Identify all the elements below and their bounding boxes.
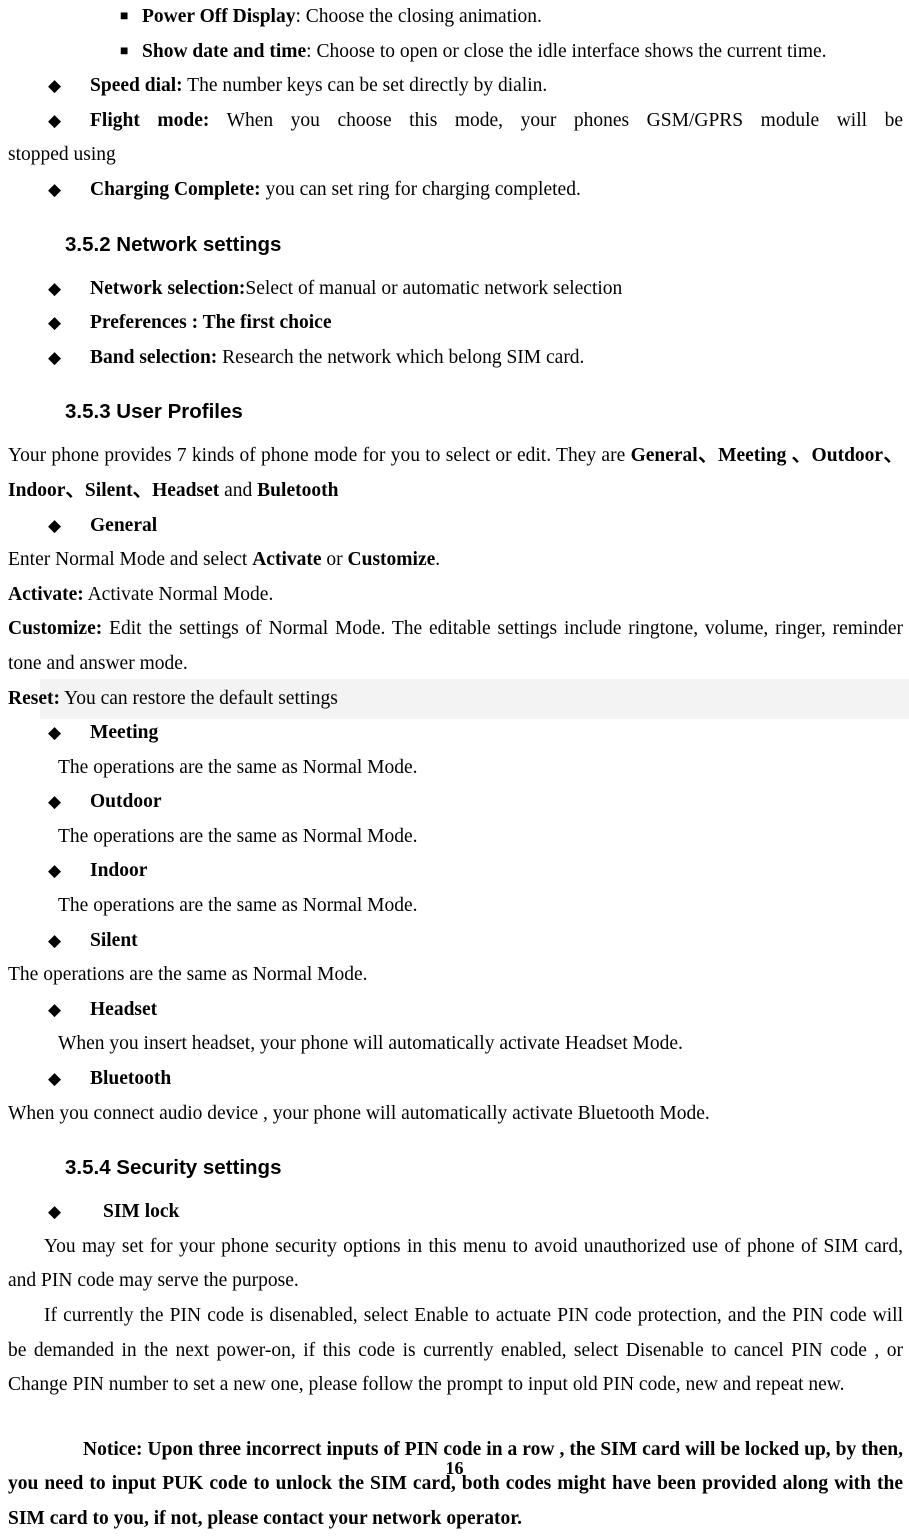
term-customize: Customize: [8, 618, 103, 640]
intro-mode-first: General、 [630, 445, 719, 467]
term-show-date-and-time: Show date and time [142, 40, 307, 62]
text-flight-mode-continuation: stopped using [8, 144, 116, 166]
text-charging-complete: you can set ring for charging completed. [260, 178, 581, 200]
diamond-bullet-icon: ◆ [48, 999, 62, 1019]
paragraph-sim-lock-1: You may set for your phone security opti… [8, 1235, 903, 1292]
paragraph-customize: Customize: Edit the settings of Normal M… [8, 612, 903, 681]
label-outdoor: Outdoor [90, 791, 162, 813]
label-sim-lock: SIM lock [103, 1201, 180, 1223]
label-silent: Silent [90, 929, 138, 951]
list-item-silent: ◆ Silent [8, 924, 903, 959]
text-activate-desc: Activate Normal Mode. [83, 583, 274, 605]
diamond-bullet-icon: ◆ [48, 861, 62, 881]
paragraph-general-enter: Enter Normal Mode and select Activate or… [8, 543, 903, 578]
separator: : [306, 40, 317, 62]
intro-lead: Your phone provides 7 kinds of phone mod… [8, 445, 631, 467]
list-item-show-date-and-time: ■ Show date and time: Choose to open or … [8, 35, 903, 70]
term-flight-mode: Flight mode: [90, 109, 210, 131]
diamond-bullet-icon: ◆ [48, 76, 62, 96]
text-reset-desc: You can restore the default settings [59, 687, 338, 709]
description-meeting: The operations are the same as Normal Mo… [58, 756, 418, 778]
diamond-bullet-icon: ◆ [48, 1069, 62, 1089]
description-indoor: The operations are the same as Normal Mo… [58, 895, 418, 917]
description-outdoor: The operations are the same as Normal Mo… [58, 825, 418, 847]
diamond-bullet-icon: ◆ [48, 110, 62, 130]
term-charging-complete: Charging Complete: [90, 178, 261, 200]
term-preferences: Preferences : The first choice [90, 312, 332, 334]
term-power-off-display: Power Off Display [142, 6, 296, 27]
text-show-date-and-time: Choose to open or close the idle interfa… [316, 40, 827, 62]
list-item-headset: ◆ Headset [8, 993, 903, 1028]
list-item-band-selection: ◆ Band selection: Research the network w… [8, 341, 903, 376]
description-headset: When you insert headset, your phone will… [58, 1033, 683, 1055]
list-item-power-off-display: ■ Power Off Display: Choose the closing … [8, 0, 903, 35]
label-bluetooth: Bluetooth [90, 1068, 172, 1090]
separator: : [295, 6, 306, 27]
heading-network-settings: 3.5.2 Network settings [65, 232, 282, 256]
list-item-speed-dial: ◆ Speed dial: The number keys can be set… [8, 69, 903, 104]
diamond-bullet-icon: ◆ [48, 515, 62, 535]
intro-mode-last: Buletooth [257, 479, 339, 501]
description-bluetooth: When you connect audio device , your pho… [8, 1102, 710, 1124]
list-item-charging-complete: ◆ Charging Complete: you can set ring fo… [8, 173, 903, 208]
heading-security-settings: 3.5.4 Security settings [65, 1156, 282, 1180]
text-power-off-display: Choose the closing animation. [305, 6, 542, 27]
square-bullet-icon: ■ [120, 43, 129, 59]
paragraph-activate: Activate: Activate Normal Mode. [8, 578, 903, 613]
list-item-sim-lock: ◆ SIM lock [8, 1195, 903, 1230]
text-band-selection: Research the network which belong SIM ca… [217, 346, 585, 368]
diamond-bullet-icon: ◆ [48, 313, 62, 333]
text-flight-mode: When you choose this mode, your phones G… [209, 109, 903, 131]
description-silent: The operations are the same as Normal Mo… [8, 964, 368, 986]
list-item-bluetooth: ◆ Bluetooth [8, 1062, 903, 1097]
diamond-bullet-icon: ◆ [48, 347, 62, 367]
text-customize-desc: Edit the settings of Normal Mode. The ed… [8, 618, 903, 674]
list-item-outdoor: ◆ Outdoor [8, 785, 903, 820]
term-speed-dial: Speed dial: [90, 75, 183, 97]
term-activate: Activate: [8, 583, 84, 605]
label-indoor: Indoor [90, 860, 148, 882]
diamond-bullet-icon: ◆ [48, 179, 62, 199]
intro-conjunction: and [219, 479, 258, 501]
diamond-bullet-icon: ◆ [48, 723, 62, 743]
list-item-preferences: ◆ Preferences : The first choice [8, 306, 903, 341]
label-general: General [90, 514, 158, 536]
page-number: 16 [445, 1458, 464, 1478]
term-network-selection: Network selection: [90, 277, 246, 299]
diamond-bullet-icon: ◆ [48, 278, 62, 298]
diamond-bullet-icon: ◆ [48, 792, 62, 812]
list-item-meeting: ◆ Meeting [8, 716, 903, 751]
label-meeting: Meeting [90, 722, 159, 744]
diamond-bullet-icon: ◆ [48, 930, 62, 950]
list-item-network-selection: ◆ Network selection:Select of manual or … [8, 272, 903, 307]
heading-user-profiles: 3.5.3 User Profiles [65, 400, 243, 424]
text-or: or [321, 549, 348, 571]
text-enter-prefix: Enter Normal Mode and select [8, 549, 253, 571]
label-headset: Headset [90, 998, 158, 1020]
text-activate: Activate [252, 549, 322, 571]
list-item-flight-mode: ◆ Flight mode: When you choose this mode… [8, 104, 903, 139]
term-band-selection: Band selection: [90, 346, 218, 368]
square-bullet-icon: ■ [120, 9, 129, 24]
diamond-bullet-icon: ◆ [48, 1202, 62, 1222]
list-item-general: ◆ General [8, 509, 903, 544]
paragraph-reset-highlighted: Reset: You can restore the default setti… [8, 678, 909, 719]
paragraph-sim-lock-2: If currently the PIN code is disenabled,… [8, 1305, 903, 1396]
list-item-indoor: ◆ Indoor [8, 854, 903, 889]
paragraph-notice: Notice: Upon three incorrect inputs of P… [8, 1438, 903, 1529]
text-speed-dial: The number keys can be set directly by d… [182, 75, 548, 97]
text-customize: Customize [347, 549, 436, 571]
text-network-selection: Select of manual or automatic network se… [245, 277, 623, 299]
term-reset: Reset: [8, 687, 60, 709]
manual-page: ■ Power Off Display: Choose the closing … [0, 0, 909, 1529]
paragraph-user-profiles-intro: Your phone provides 7 kinds of phone mod… [8, 439, 903, 508]
text-period: . [435, 549, 441, 571]
